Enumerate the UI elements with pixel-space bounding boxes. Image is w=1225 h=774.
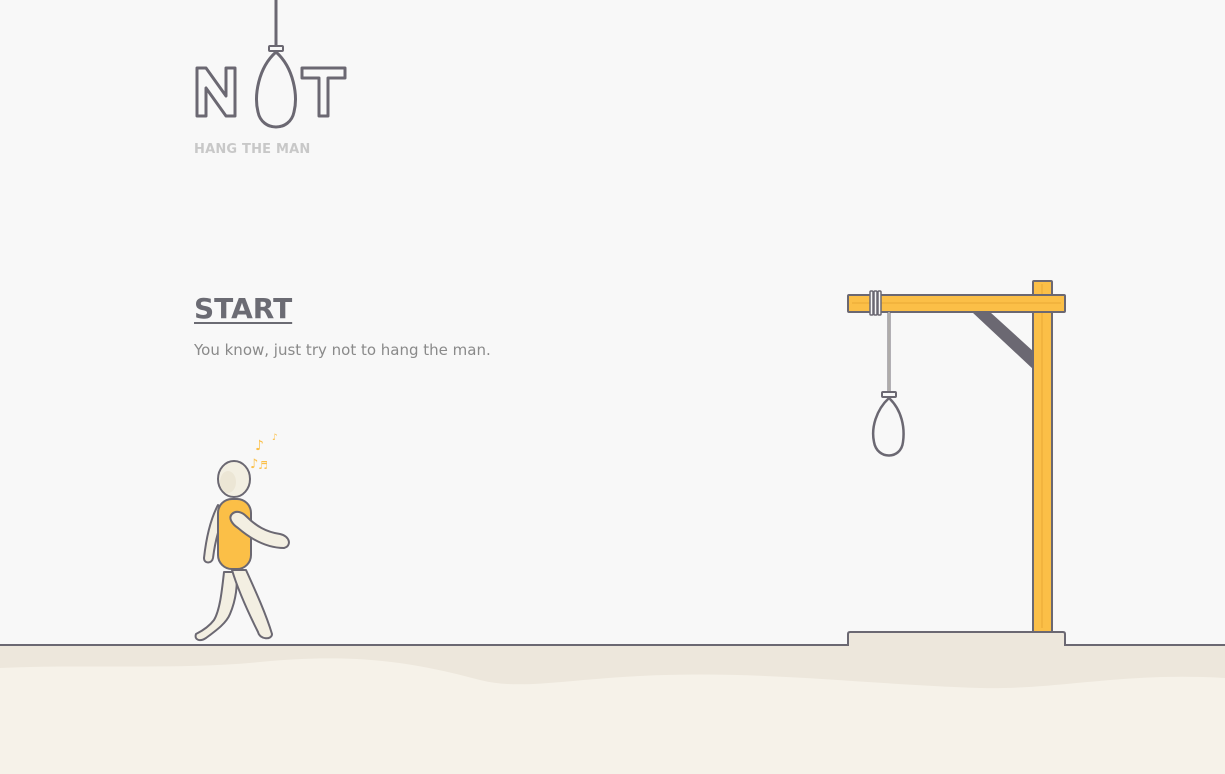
music-notes-icon: ♪ ♪ ♪ ♬ — [250, 433, 278, 472]
gallows-brace — [972, 312, 1034, 370]
man-front-leg — [231, 569, 273, 640]
game-scene: ♪ ♪ ♪ ♬ — [0, 280, 1225, 774]
svg-text:♪: ♪ — [272, 433, 278, 443]
gallows-noose — [872, 396, 905, 457]
ground — [0, 644, 1225, 774]
man-back-leg — [194, 571, 238, 642]
gallows-base — [847, 631, 1066, 646]
gallows-icon — [847, 280, 1066, 646]
svg-text:♬: ♬ — [258, 459, 268, 472]
walking-man-icon — [194, 460, 290, 642]
game-start-screen: HANG THE MAN START You know, just try no… — [0, 0, 1225, 774]
svg-text:♪: ♪ — [255, 438, 264, 454]
